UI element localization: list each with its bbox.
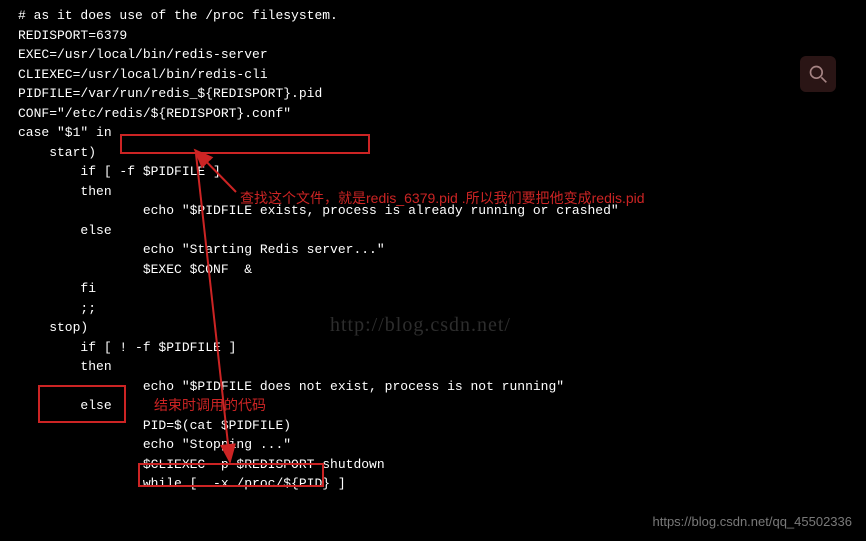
code-line: ;; [18, 299, 848, 319]
code-line: EXEC=/usr/local/bin/redis-server [18, 45, 848, 65]
code-line: if [ -f $PIDFILE ] [18, 162, 848, 182]
code-line: echo "Starting Redis server..." [18, 240, 848, 260]
code-line: case "$1" in [18, 123, 848, 143]
annotation-text-1: 查找这个文件，就是redis_6379.pid .所以我们要把他变成redis.… [240, 188, 645, 209]
code-line: echo "$PIDFILE does not exist, process i… [18, 377, 848, 397]
code-line: REDISPORT=6379 [18, 26, 848, 46]
annotation-text-2: 结束时调用的代码 [154, 395, 266, 416]
code-line: if [ ! -f $PIDFILE ] [18, 338, 848, 358]
code-line: CLIEXEC=/usr/local/bin/redis-cli [18, 65, 848, 85]
footer-watermark: https://blog.csdn.net/qq_45502336 [653, 512, 853, 532]
code-line: # as it does use of the /proc filesystem… [18, 6, 848, 26]
code-line: stop) [18, 318, 848, 338]
code-line: CONF="/etc/redis/${REDISPORT}.conf" [18, 104, 848, 124]
code-line: start) [18, 143, 848, 163]
code-line: PID=$(cat $PIDFILE) [18, 416, 848, 436]
code-line: else [18, 396, 848, 416]
code-line: $CLIEXEC -p $REDISPORT shutdown [18, 455, 848, 475]
search-icon[interactable] [800, 56, 836, 92]
code-line: $EXEC $CONF & [18, 260, 848, 280]
code-line: PIDFILE=/var/run/redis_${REDISPORT}.pid [18, 84, 848, 104]
code-line: while [ -x /proc/${PID} ] [18, 474, 848, 494]
code-line: then [18, 357, 848, 377]
terminal-code-block: # as it does use of the /proc filesystem… [18, 6, 848, 494]
code-line: echo "Stopping ..." [18, 435, 848, 455]
code-line: else [18, 221, 848, 241]
code-line: fi [18, 279, 848, 299]
